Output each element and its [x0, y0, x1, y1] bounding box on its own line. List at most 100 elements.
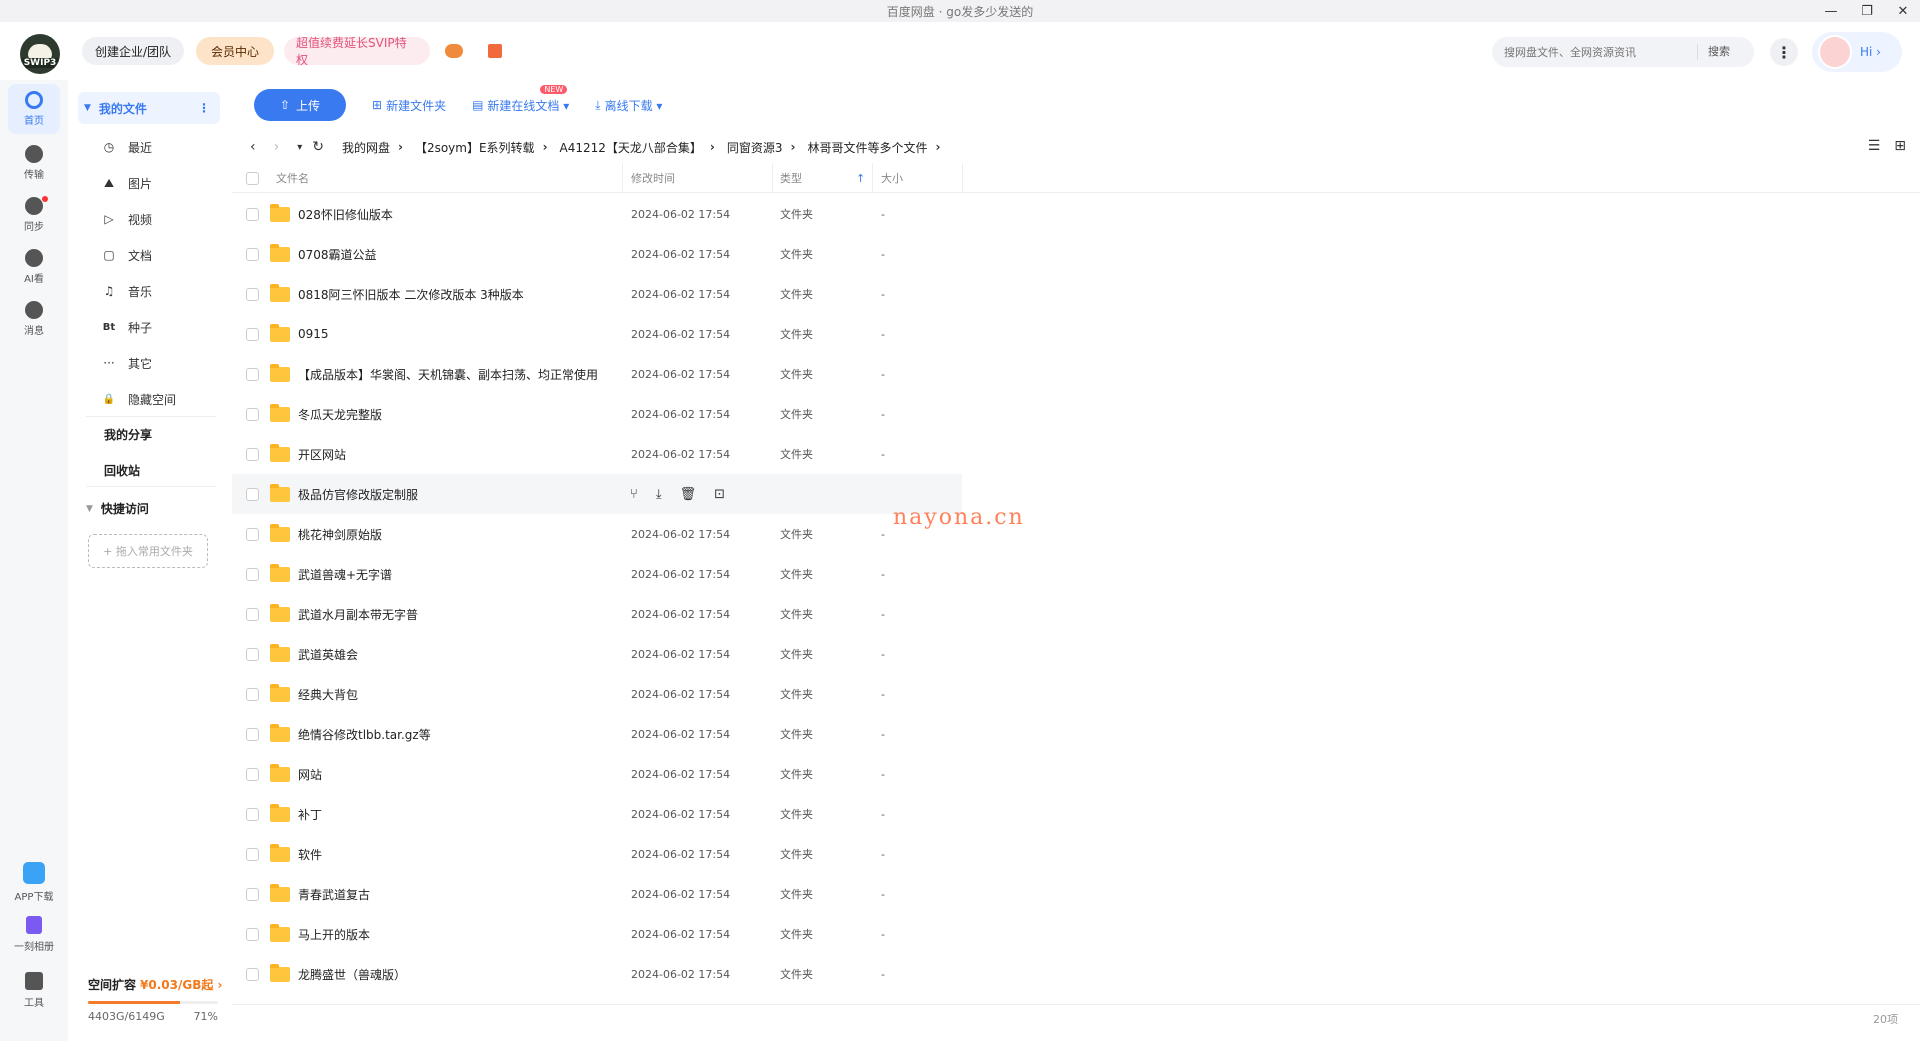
file-name[interactable]: 0915 — [298, 327, 329, 341]
upload-button[interactable]: ⇧ 上传 — [254, 89, 346, 121]
sidebar-item-other[interactable]: ··· 其它 — [102, 348, 152, 378]
sidebar-quick-access[interactable]: ▼ 快捷访问 — [86, 500, 149, 517]
table-row[interactable]: 龙腾盛世（兽魂版） 2024-06-02 17:54 文件夹 - — [232, 954, 1920, 994]
row-checkbox[interactable] — [246, 327, 259, 341]
storage-panel[interactable]: 空间扩容 ¥0.03/GB起 › 4403G/6149G 71% — [88, 976, 228, 1023]
sidebar-recycle-bin[interactable]: 回收站 — [104, 462, 140, 479]
row-checkbox[interactable] — [246, 967, 259, 981]
checkbox[interactable] — [246, 287, 259, 301]
checkbox[interactable] — [246, 687, 259, 701]
row-checkbox[interactable] — [246, 247, 259, 261]
header-name[interactable]: 文件名 — [276, 163, 309, 193]
checkbox[interactable] — [246, 247, 259, 261]
rail-home[interactable]: 首页 — [8, 84, 60, 134]
table-row[interactable]: 028怀旧修仙版本 2024-06-02 17:54 文件夹 - — [232, 194, 1920, 234]
sidebar-item-docs[interactable]: ▢ 文档 — [102, 240, 152, 270]
new-online-doc-button[interactable]: ▤ 新建在线文档 ▾ NEW — [472, 84, 569, 114]
sidebar-item-torrents[interactable]: Bt 种子 — [102, 312, 152, 342]
row-checkbox[interactable] — [246, 407, 259, 421]
sort-list-icon[interactable]: ☰ — [1868, 138, 1881, 154]
select-all-checkbox[interactable] — [246, 163, 259, 193]
file-name[interactable]: 经典大背包 — [298, 686, 358, 703]
row-checkbox[interactable] — [246, 527, 259, 541]
row-checkbox[interactable] — [246, 567, 259, 581]
table-row[interactable]: 开区网站 2024-06-02 17:54 文件夹 - — [232, 434, 1920, 474]
search-input[interactable] — [1492, 45, 1697, 59]
file-name[interactable]: 桃花神剑原始版 — [298, 526, 382, 543]
forward-icon[interactable]: › — [274, 139, 280, 155]
checkbox[interactable] — [246, 767, 259, 781]
new-folder-button[interactable]: ⊞ 新建文件夹 — [372, 97, 446, 114]
checkbox[interactable] — [246, 207, 259, 221]
more-icon[interactable]: ⊡ — [714, 487, 725, 502]
close-button[interactable]: ✕ — [1896, 4, 1910, 19]
table-row[interactable]: 冬瓜天龙完整版 2024-06-02 17:54 文件夹 - — [232, 394, 1920, 434]
row-checkbox[interactable] — [246, 807, 259, 821]
checkbox[interactable] — [246, 367, 259, 381]
row-checkbox[interactable] — [246, 887, 259, 901]
checkbox[interactable] — [246, 967, 259, 981]
checkbox[interactable] — [246, 327, 259, 341]
checkbox[interactable] — [246, 407, 259, 421]
checkbox[interactable] — [246, 487, 259, 501]
file-name[interactable]: 马上开的版本 — [298, 926, 370, 943]
grid-view-icon[interactable]: ⊞ — [1894, 138, 1906, 154]
sort-asc-icon[interactable]: ↑ — [856, 163, 865, 193]
download-icon[interactable]: ⤓ — [656, 487, 662, 502]
table-row[interactable]: 武道英雄会 2024-06-02 17:54 文件夹 - — [232, 634, 1920, 674]
file-name[interactable]: 开区网站 — [298, 446, 346, 463]
table-row[interactable]: 绝情谷修改tlbb.tar.gz等 2024-06-02 17:54 文件夹 - — [232, 714, 1920, 754]
member-center-button[interactable]: 会员中心 — [196, 37, 274, 65]
table-row[interactable]: 青春武道复古 2024-06-02 17:54 文件夹 - — [232, 874, 1920, 914]
search-button[interactable]: 搜索 — [1697, 44, 1730, 60]
file-name[interactable]: 补丁 — [298, 806, 322, 823]
sidebar-item-hidden-space[interactable]: 🔒 隐藏空间 — [102, 384, 176, 414]
sidebar-item-music[interactable]: ♫ 音乐 — [102, 276, 152, 306]
sidebar-my-share[interactable]: 我的分享 — [104, 426, 152, 443]
file-name[interactable]: 龙腾盛世（兽魂版） — [298, 966, 406, 983]
delete-icon[interactable]: 🗑 — [680, 487, 697, 502]
table-row[interactable]: 桃花神剑原始版 2024-06-02 17:54 文件夹 - — [232, 514, 1920, 554]
breadcrumb-item[interactable]: A41212【天龙八部合集】 — [560, 139, 702, 156]
rail-sync[interactable]: 同步 — [8, 190, 60, 240]
row-checkbox[interactable] — [246, 687, 259, 701]
header-type[interactable]: 类型 — [780, 163, 802, 193]
table-row[interactable]: 软件 2024-06-02 17:54 文件夹 - — [232, 834, 1920, 874]
row-checkbox[interactable] — [246, 367, 259, 381]
file-name[interactable]: 冬瓜天龙完整版 — [298, 406, 382, 423]
user-profile-button[interactable]: Hi › — [1812, 32, 1902, 72]
table-row[interactable]: 经典大背包 2024-06-02 17:54 文件夹 - — [232, 674, 1920, 714]
file-name[interactable]: 0708霸道公益 — [298, 246, 377, 263]
svip-renew-button[interactable]: 超值续费延长SVIP特权 — [284, 36, 430, 67]
table-row[interactable]: 0915 2024-06-02 17:54 文件夹 - — [232, 314, 1920, 354]
table-row[interactable]: 补丁 2024-06-02 17:54 文件夹 - — [232, 794, 1920, 834]
row-checkbox[interactable] — [246, 927, 259, 941]
offline-download-button[interactable]: ⤓ 离线下载 ▾ — [595, 97, 662, 114]
row-checkbox[interactable] — [246, 847, 259, 861]
table-row[interactable]: 武道兽魂+无字谱 2024-06-02 17:54 文件夹 - — [232, 554, 1920, 594]
row-checkbox[interactable] — [246, 767, 259, 781]
more-dots-icon[interactable]: ⋮ — [198, 101, 210, 115]
table-row[interactable]: 0818阿三怀旧版本 二次修改版本 3种版本 2024-06-02 17:54 文件… — [232, 274, 1920, 314]
rail-tools[interactable]: 工具 — [0, 972, 68, 1009]
checkbox[interactable] — [246, 567, 259, 581]
row-checkbox[interactable] — [246, 647, 259, 661]
rail-app-download[interactable]: APP下载 — [0, 862, 68, 903]
more-menu-icon[interactable]: ⋮ — [1770, 38, 1798, 66]
file-name[interactable]: 0818阿三怀旧版本 二次修改版本 3种版本 — [298, 286, 524, 303]
file-name[interactable]: 极品仿官修改版定制服 — [298, 486, 418, 503]
table-row[interactable]: 极品仿官修改版定制服 ⑂ ⤓ 🗑 ⊡ — [232, 474, 962, 514]
file-name[interactable]: 【成品版本】华裳阁、天机锦囊、副本扫荡、均正常使用 — [298, 366, 598, 383]
history-dropdown-icon[interactable]: ▾ — [297, 142, 302, 153]
rail-message[interactable]: 消息 — [8, 294, 60, 344]
game-icon[interactable] — [445, 44, 463, 58]
checkbox[interactable] — [246, 447, 259, 461]
file-name[interactable]: 028怀旧修仙版本 — [298, 206, 393, 223]
restore-button[interactable]: ❐ — [1860, 4, 1874, 19]
row-checkbox[interactable] — [246, 287, 259, 301]
rail-transfer[interactable]: 传输 — [8, 138, 60, 188]
create-team-button[interactable]: 创建企业/团队 — [82, 37, 184, 65]
breadcrumb-item[interactable]: 同窗资源3 — [727, 139, 783, 156]
breadcrumb-item[interactable]: 【2soym】E系列转载 — [415, 139, 535, 156]
rail-album[interactable]: 一刻相册 — [0, 916, 68, 953]
